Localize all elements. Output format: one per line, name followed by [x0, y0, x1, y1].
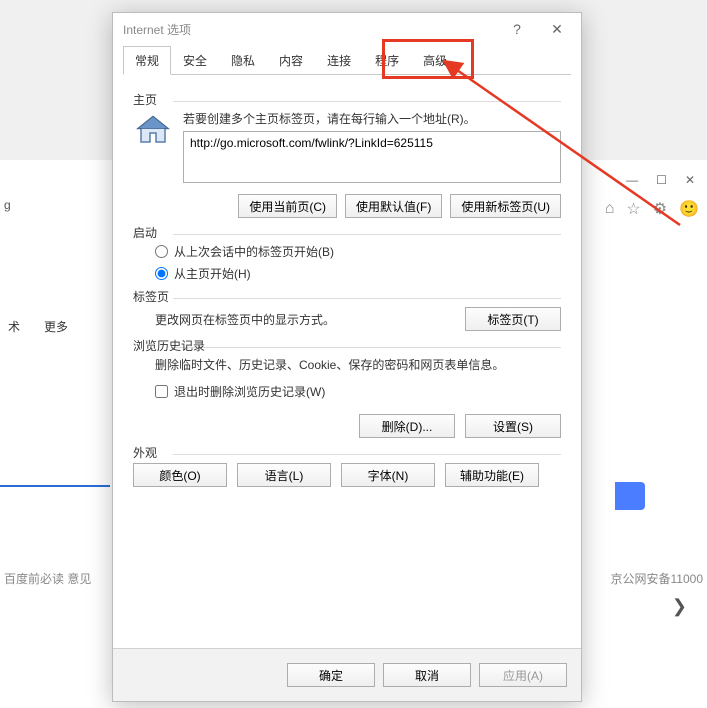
smile-icon[interactable]: 🙂	[679, 199, 699, 219]
cancel-button[interactable]: 取消	[383, 663, 471, 687]
tabs-desc: 更改网页在标签页中的显示方式。	[155, 311, 335, 328]
bg-footer-left[interactable]: 百度前必读 意见	[4, 570, 91, 587]
tabs-settings-button[interactable]: 标签页(T)	[465, 307, 561, 331]
startup-home-radio[interactable]	[155, 267, 168, 280]
tab-advanced[interactable]: 高级	[411, 46, 459, 75]
tab-strip: 常规 安全 隐私 内容 连接 程序 高级	[123, 45, 571, 75]
ok-button[interactable]: 确定	[287, 663, 375, 687]
home-url-input[interactable]	[183, 131, 561, 183]
startup-last-radio[interactable]	[155, 245, 168, 258]
startup-home-option[interactable]: 从主页开始(H)	[155, 265, 561, 282]
tab-content-area: 主页 若要创建多个主页标签页，请在每行输入一个地址(R)。 使用当前页(C) 使…	[113, 75, 581, 648]
history-delete-on-exit-checkbox[interactable]	[155, 385, 168, 398]
help-button[interactable]: ?	[497, 21, 537, 37]
tab-content[interactable]: 内容	[267, 46, 315, 75]
group-startup-label: 启动	[133, 224, 561, 241]
accessibility-button[interactable]: 辅助功能(E)	[445, 463, 539, 487]
delete-history-button[interactable]: 删除(D)...	[359, 414, 455, 438]
bg-text-more[interactable]: 更多	[44, 318, 68, 335]
startup-home-label: 从主页开始(H)	[174, 265, 251, 282]
apply-button[interactable]: 应用(A)	[479, 663, 567, 687]
bg-footer-right[interactable]: 京公网安备11000	[611, 570, 703, 587]
bg-text-tech[interactable]: 术	[8, 318, 20, 335]
tab-programs[interactable]: 程序	[363, 46, 411, 75]
bg-maximize-icon[interactable]: ☐	[656, 173, 667, 187]
history-settings-button[interactable]: 设置(S)	[465, 414, 561, 438]
startup-last-session-option[interactable]: 从上次会话中的标签页开始(B)	[155, 243, 561, 260]
bg-search-button[interactable]	[615, 482, 645, 510]
history-delete-on-exit-label: 退出时删除浏览历史记录(W)	[174, 383, 325, 400]
home-icon[interactable]: ⌂	[605, 200, 615, 218]
startup-last-label: 从上次会话中的标签页开始(B)	[174, 243, 334, 260]
tab-security[interactable]: 安全	[171, 46, 219, 75]
dialog-title: Internet 选项	[123, 21, 497, 38]
dialog-titlebar: Internet 选项 ? ✕	[113, 13, 581, 45]
favorite-icon[interactable]: ☆	[626, 199, 640, 219]
internet-options-dialog: Internet 选项 ? ✕ 常规 安全 隐私 内容 连接 程序 高级 主页 …	[112, 12, 582, 702]
languages-button[interactable]: 语言(L)	[237, 463, 331, 487]
use-current-button[interactable]: 使用当前页(C)	[238, 194, 337, 218]
house-icon	[133, 110, 173, 150]
fonts-button[interactable]: 字体(N)	[341, 463, 435, 487]
tab-privacy[interactable]: 隐私	[219, 46, 267, 75]
group-home-label: 主页	[133, 91, 561, 108]
dialog-footer: 确定 取消 应用(A)	[113, 648, 581, 701]
tab-connections[interactable]: 连接	[315, 46, 363, 75]
group-history-label: 浏览历史记录	[133, 337, 561, 354]
bg-scroll-right-icon[interactable]: ❯	[672, 596, 687, 617]
bg-minimize-icon[interactable]: —	[626, 173, 638, 187]
use-newtab-button[interactable]: 使用新标签页(U)	[450, 194, 561, 218]
home-hint: 若要创建多个主页标签页，请在每行输入一个地址(R)。	[183, 110, 561, 127]
group-tabs-label: 标签页	[133, 288, 561, 305]
history-desc: 删除临时文件、历史记录、Cookie、保存的密码和网页表单信息。	[155, 356, 561, 373]
colors-button[interactable]: 颜色(O)	[133, 463, 227, 487]
tab-general[interactable]: 常规	[123, 46, 171, 75]
bg-blue-underline	[0, 485, 110, 487]
gear-icon[interactable]: ⚙	[653, 199, 667, 219]
bg-close-icon[interactable]: ✕	[685, 173, 695, 187]
bg-address-fragment: g	[4, 198, 11, 212]
bg-toolbar: ⌂ ☆ ⚙ 🙂	[605, 195, 699, 223]
use-default-button[interactable]: 使用默认值(F)	[345, 194, 442, 218]
history-delete-on-exit-option[interactable]: 退出时删除浏览历史记录(W)	[155, 383, 561, 400]
close-button[interactable]: ✕	[537, 21, 577, 38]
group-appearance-label: 外观	[133, 444, 561, 461]
